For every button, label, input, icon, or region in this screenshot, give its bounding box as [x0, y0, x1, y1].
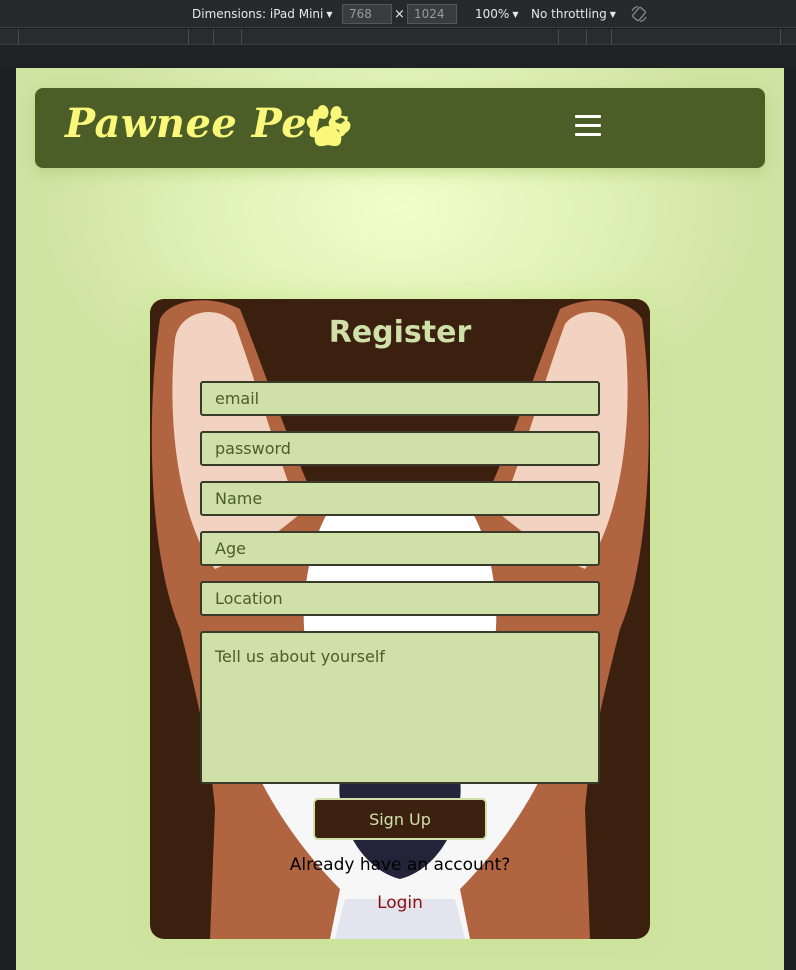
ruler-segment — [18, 29, 19, 45]
page-viewport: Pawnee Pets Register email Name Age Loca… — [16, 68, 784, 970]
location-field[interactable] — [200, 581, 600, 616]
age-field[interactable] — [200, 531, 600, 566]
ruler-segment — [558, 29, 559, 45]
ruler-segment — [188, 29, 189, 45]
about-textarea[interactable] — [200, 631, 600, 784]
media-query-ruler — [0, 29, 796, 45]
device-selector[interactable]: Dimensions: iPad Mini ▼ — [192, 0, 333, 28]
ruler-segment — [611, 29, 612, 45]
throttling-label: No throttling — [531, 7, 607, 21]
already-have-account-text: Already have an account? — [289, 855, 511, 875]
zoom-selector[interactable]: 100% ▼ — [475, 0, 518, 28]
zoom-label: 100% — [475, 7, 510, 21]
device-label: Dimensions: iPad Mini — [192, 7, 324, 21]
login-link[interactable]: Login — [150, 893, 650, 913]
dimension-separator: × — [394, 7, 405, 22]
devtools-toolbar: Dimensions: iPad Mini ▼ 768 × 1024 100% ▼ … — [0, 0, 796, 28]
email-field[interactable] — [200, 381, 600, 416]
chevron-down-icon: ▼ — [326, 10, 333, 19]
ruler-segment — [586, 29, 587, 45]
height-input[interactable]: 1024 — [407, 4, 457, 24]
chevron-down-icon: ▼ — [609, 10, 616, 19]
rotate-icon[interactable] — [630, 5, 648, 23]
paw-icon — [306, 105, 351, 147]
ruler-segment — [780, 29, 781, 45]
password-field[interactable] — [200, 431, 600, 466]
hamburger-menu-icon[interactable] — [575, 115, 601, 141]
register-title: Register — [328, 315, 472, 350]
chevron-down-icon: ▼ — [512, 10, 519, 19]
register-card: Register Sign Up Already have an account… — [150, 299, 650, 939]
throttling-selector[interactable]: No throttling ▼ — [531, 0, 616, 28]
navbar: Pawnee Pets — [35, 88, 765, 168]
name-field[interactable] — [200, 481, 600, 516]
ruler-segment — [241, 29, 242, 45]
width-input[interactable]: 768 — [342, 4, 392, 24]
ruler-segment — [213, 29, 214, 45]
viewport-gutter — [0, 46, 796, 68]
sign-up-button[interactable]: Sign Up — [313, 798, 487, 840]
